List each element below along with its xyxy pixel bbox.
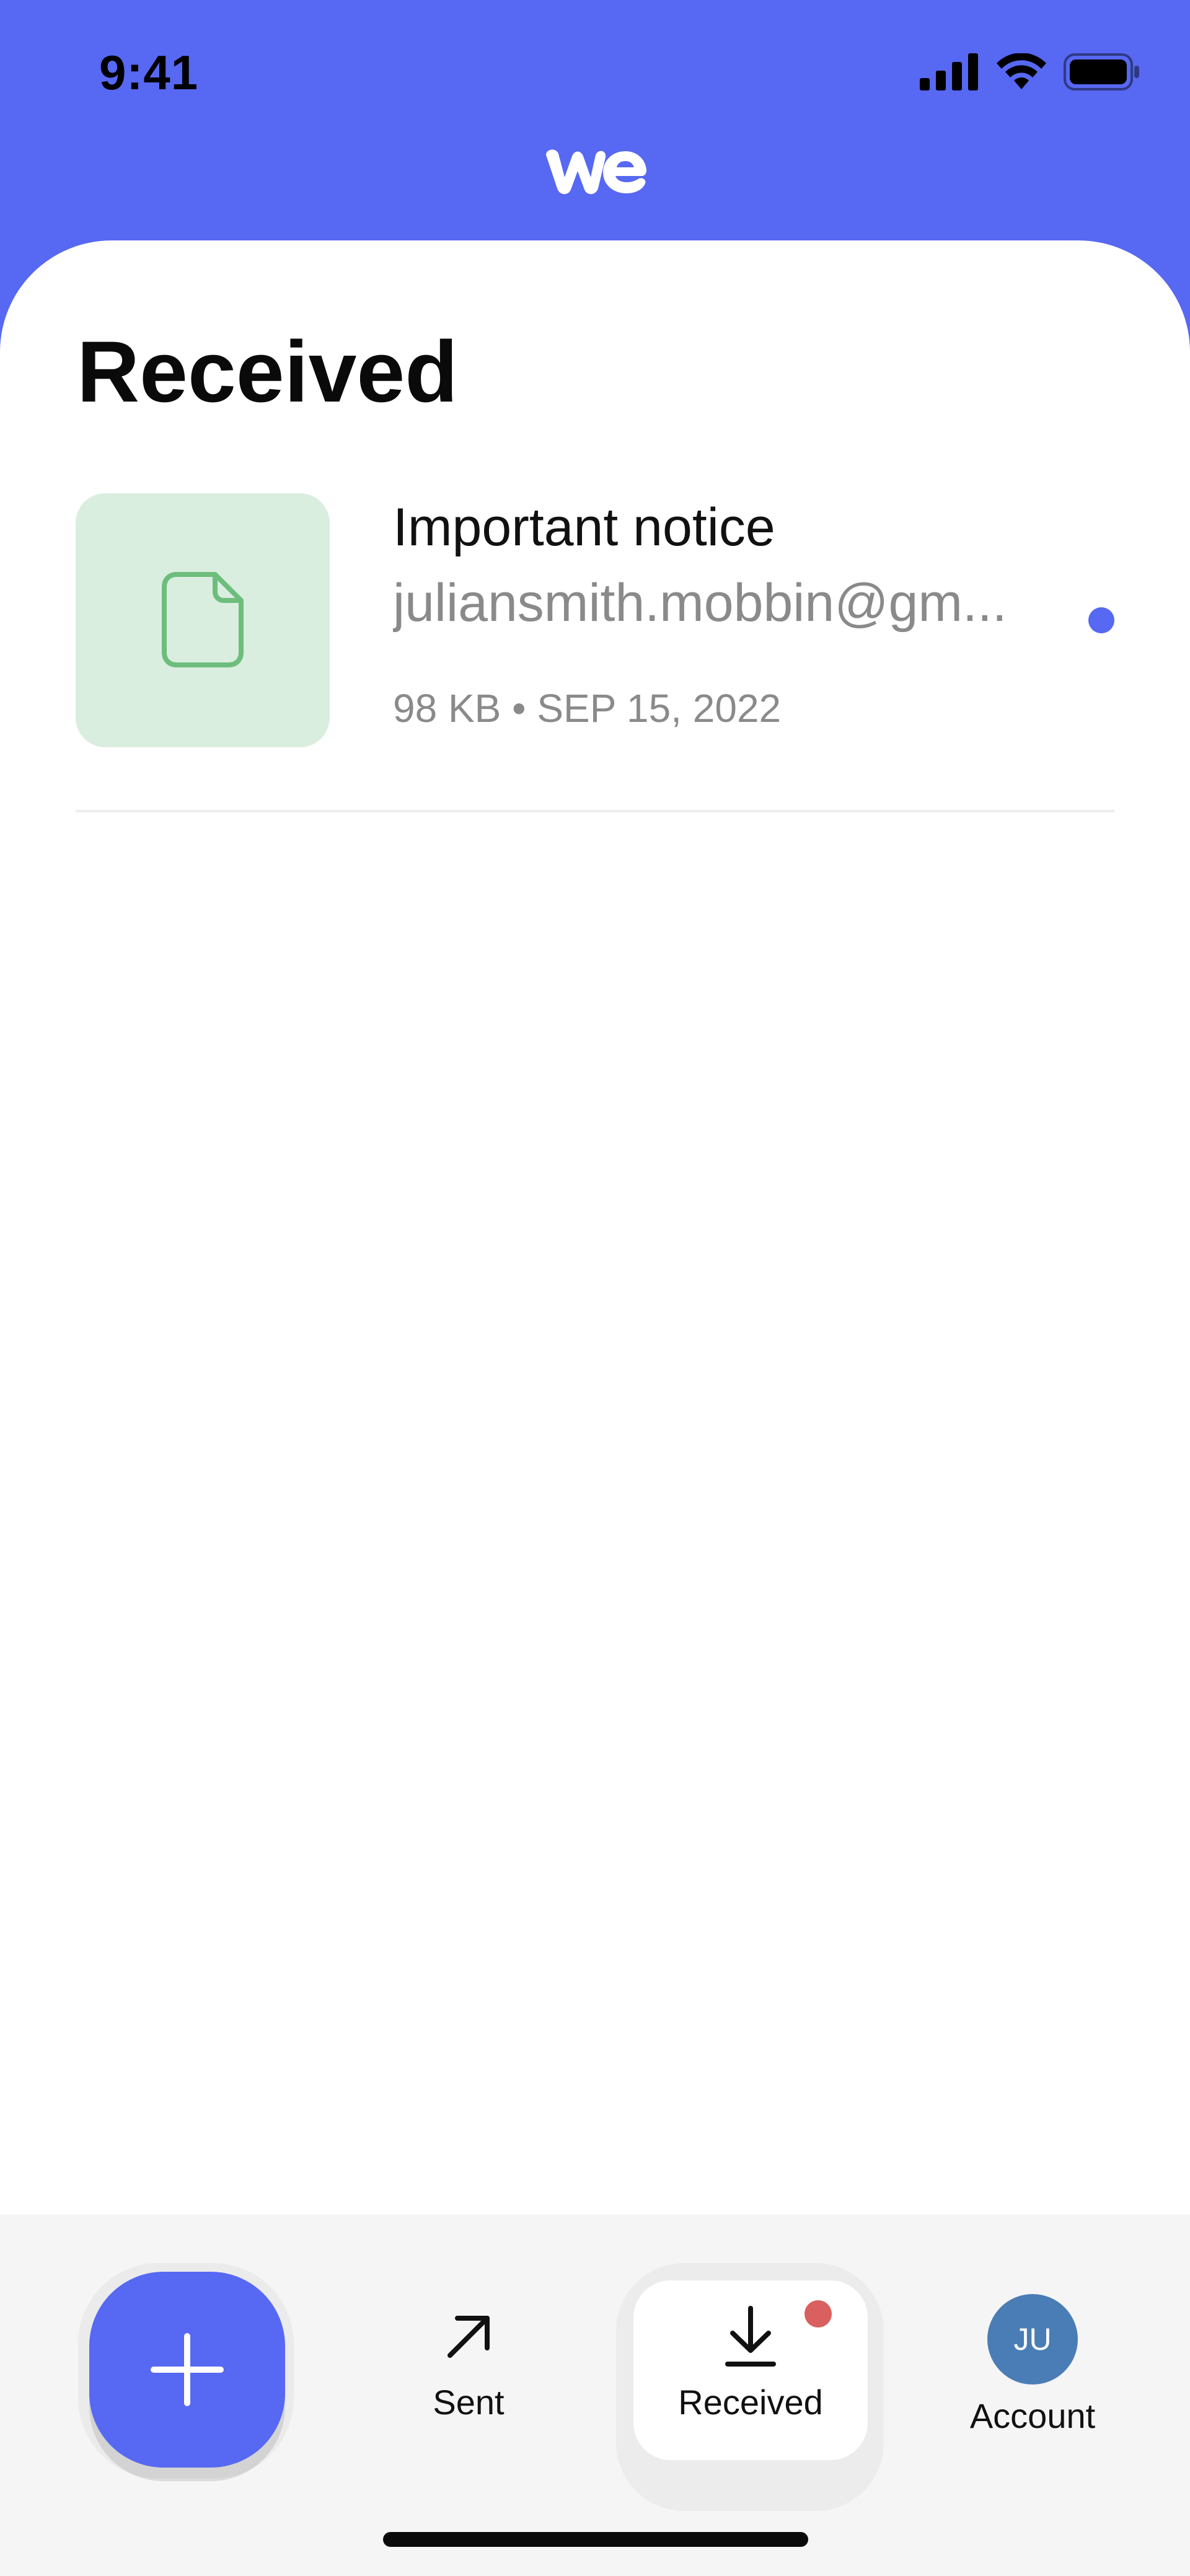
page-title: Received — [77, 323, 458, 420]
transfer-list-item[interactable]: Important notice juliansmith.mobbin@gm..… — [76, 493, 1114, 811]
tab-received-label: Received — [678, 2383, 823, 2422]
tab-sent[interactable]: Sent — [351, 2280, 586, 2460]
home-indicator — [383, 2532, 808, 2547]
battery-icon — [1064, 53, 1139, 90]
status-bar: 9:41 — [0, 0, 1190, 143]
cellular-signal-icon — [920, 53, 978, 90]
status-time: 9:41 — [99, 45, 199, 100]
tab-sent-icon-wrap — [434, 2303, 503, 2371]
meta-separator: • — [512, 686, 526, 731]
tab-sent-label: Sent — [433, 2383, 505, 2422]
new-transfer-button[interactable] — [89, 2272, 285, 2468]
download-icon — [725, 2306, 776, 2367]
transfer-size: 98 KB — [393, 686, 501, 731]
tab-received-icon-wrap — [716, 2303, 785, 2371]
tab-received[interactable]: Received — [633, 2280, 868, 2460]
transfer-title: Important notice — [393, 498, 775, 557]
status-icons — [920, 53, 1140, 90]
arrow-up-right-icon — [447, 2316, 490, 2358]
app-screen: 9:41 Received Important notice juliansmi… — [0, 0, 1190, 2576]
file-thumbnail — [76, 493, 330, 747]
unread-indicator — [1088, 607, 1114, 633]
plus-icon — [151, 2333, 224, 2406]
wifi-icon — [997, 53, 1046, 89]
list-divider — [76, 810, 1114, 812]
wetransfer-logo — [546, 149, 646, 195]
received-badge — [804, 2300, 832, 2328]
tab-account[interactable]: JU Account — [915, 2280, 1150, 2460]
file-icon — [162, 572, 244, 667]
tab-account-label: Account — [969, 2396, 1096, 2435]
transfer-date: SEP 15, 2022 — [537, 686, 782, 731]
transfer-sender: juliansmith.mobbin@gm... — [393, 573, 1007, 633]
avatar: JU — [987, 2294, 1078, 2385]
transfer-meta: 98 KB • SEP 15, 2022 — [393, 685, 781, 731]
